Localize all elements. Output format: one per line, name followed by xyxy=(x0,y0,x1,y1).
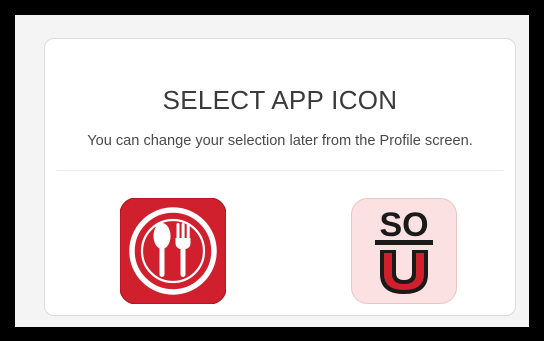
select-app-icon-dialog: SELECT APP ICON You can change your sele… xyxy=(44,38,516,316)
restaurant-icon xyxy=(120,198,226,304)
sou-text-top: SO xyxy=(379,206,428,244)
sou-icon: SO xyxy=(351,198,457,304)
dialog-subtitle: You can change your selection later from… xyxy=(87,133,473,149)
dialog-title: SELECT APP ICON xyxy=(162,85,398,115)
divider xyxy=(57,170,503,171)
app-icon-option-sou[interactable]: SO xyxy=(351,198,457,304)
app-icon-option-restaurant[interactable] xyxy=(120,198,226,304)
screen: SELECT APP ICON You can change your sele… xyxy=(15,15,529,327)
